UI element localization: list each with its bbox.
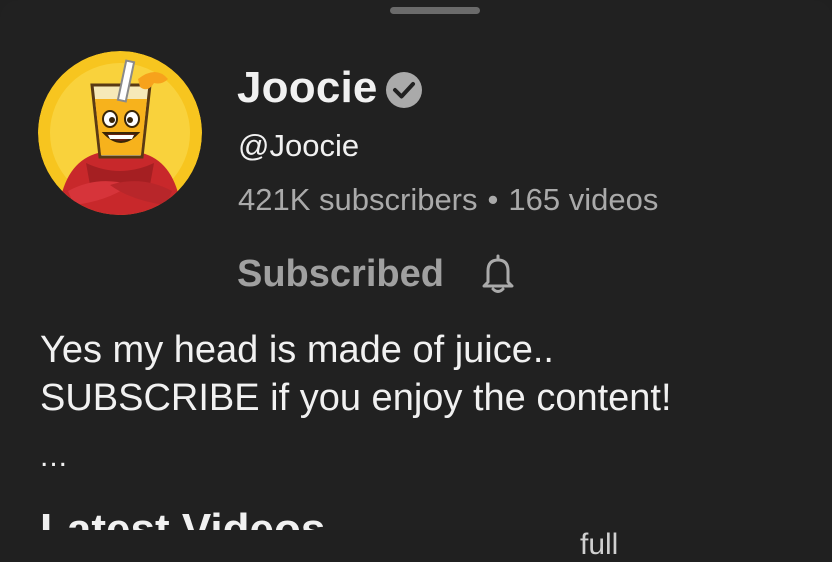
latest-videos-heading: Latest Videos <box>40 505 326 530</box>
subscriber-count: 421K subscribers <box>238 182 478 217</box>
channel-about-sheet: Joocie @Joocie 421K subscribers • 165 vide… <box>0 0 832 530</box>
description-line-1: Yes my head is made of juice.. <box>40 329 554 371</box>
bell-icon[interactable] <box>478 252 518 296</box>
video-count: 165 videos <box>508 182 659 217</box>
channel-avatar[interactable] <box>38 51 202 215</box>
stats-separator: • <box>487 182 499 217</box>
description-line-2: SUBSCRIBE if you enjoy the content! <box>40 377 672 419</box>
background-partial-text: full <box>580 528 619 561</box>
subscribe-row: Subscribed <box>237 250 518 298</box>
channel-description[interactable]: Yes my head is made of juice.. SUBSCRIBE… <box>40 326 810 422</box>
sheet-drag-handle[interactable] <box>390 7 480 14</box>
channel-name: Joocie <box>237 60 424 116</box>
description-more[interactable]: ... <box>40 440 68 474</box>
juice-cup-character-avatar <box>38 51 202 215</box>
channel-handle: @Joocie <box>238 128 360 163</box>
subscribed-button[interactable]: Subscribed <box>237 253 444 296</box>
channel-stats: 421K subscribers • 165 videos <box>238 182 658 218</box>
channel-name-text: Joocie <box>237 63 378 112</box>
verified-check-icon <box>385 72 422 108</box>
